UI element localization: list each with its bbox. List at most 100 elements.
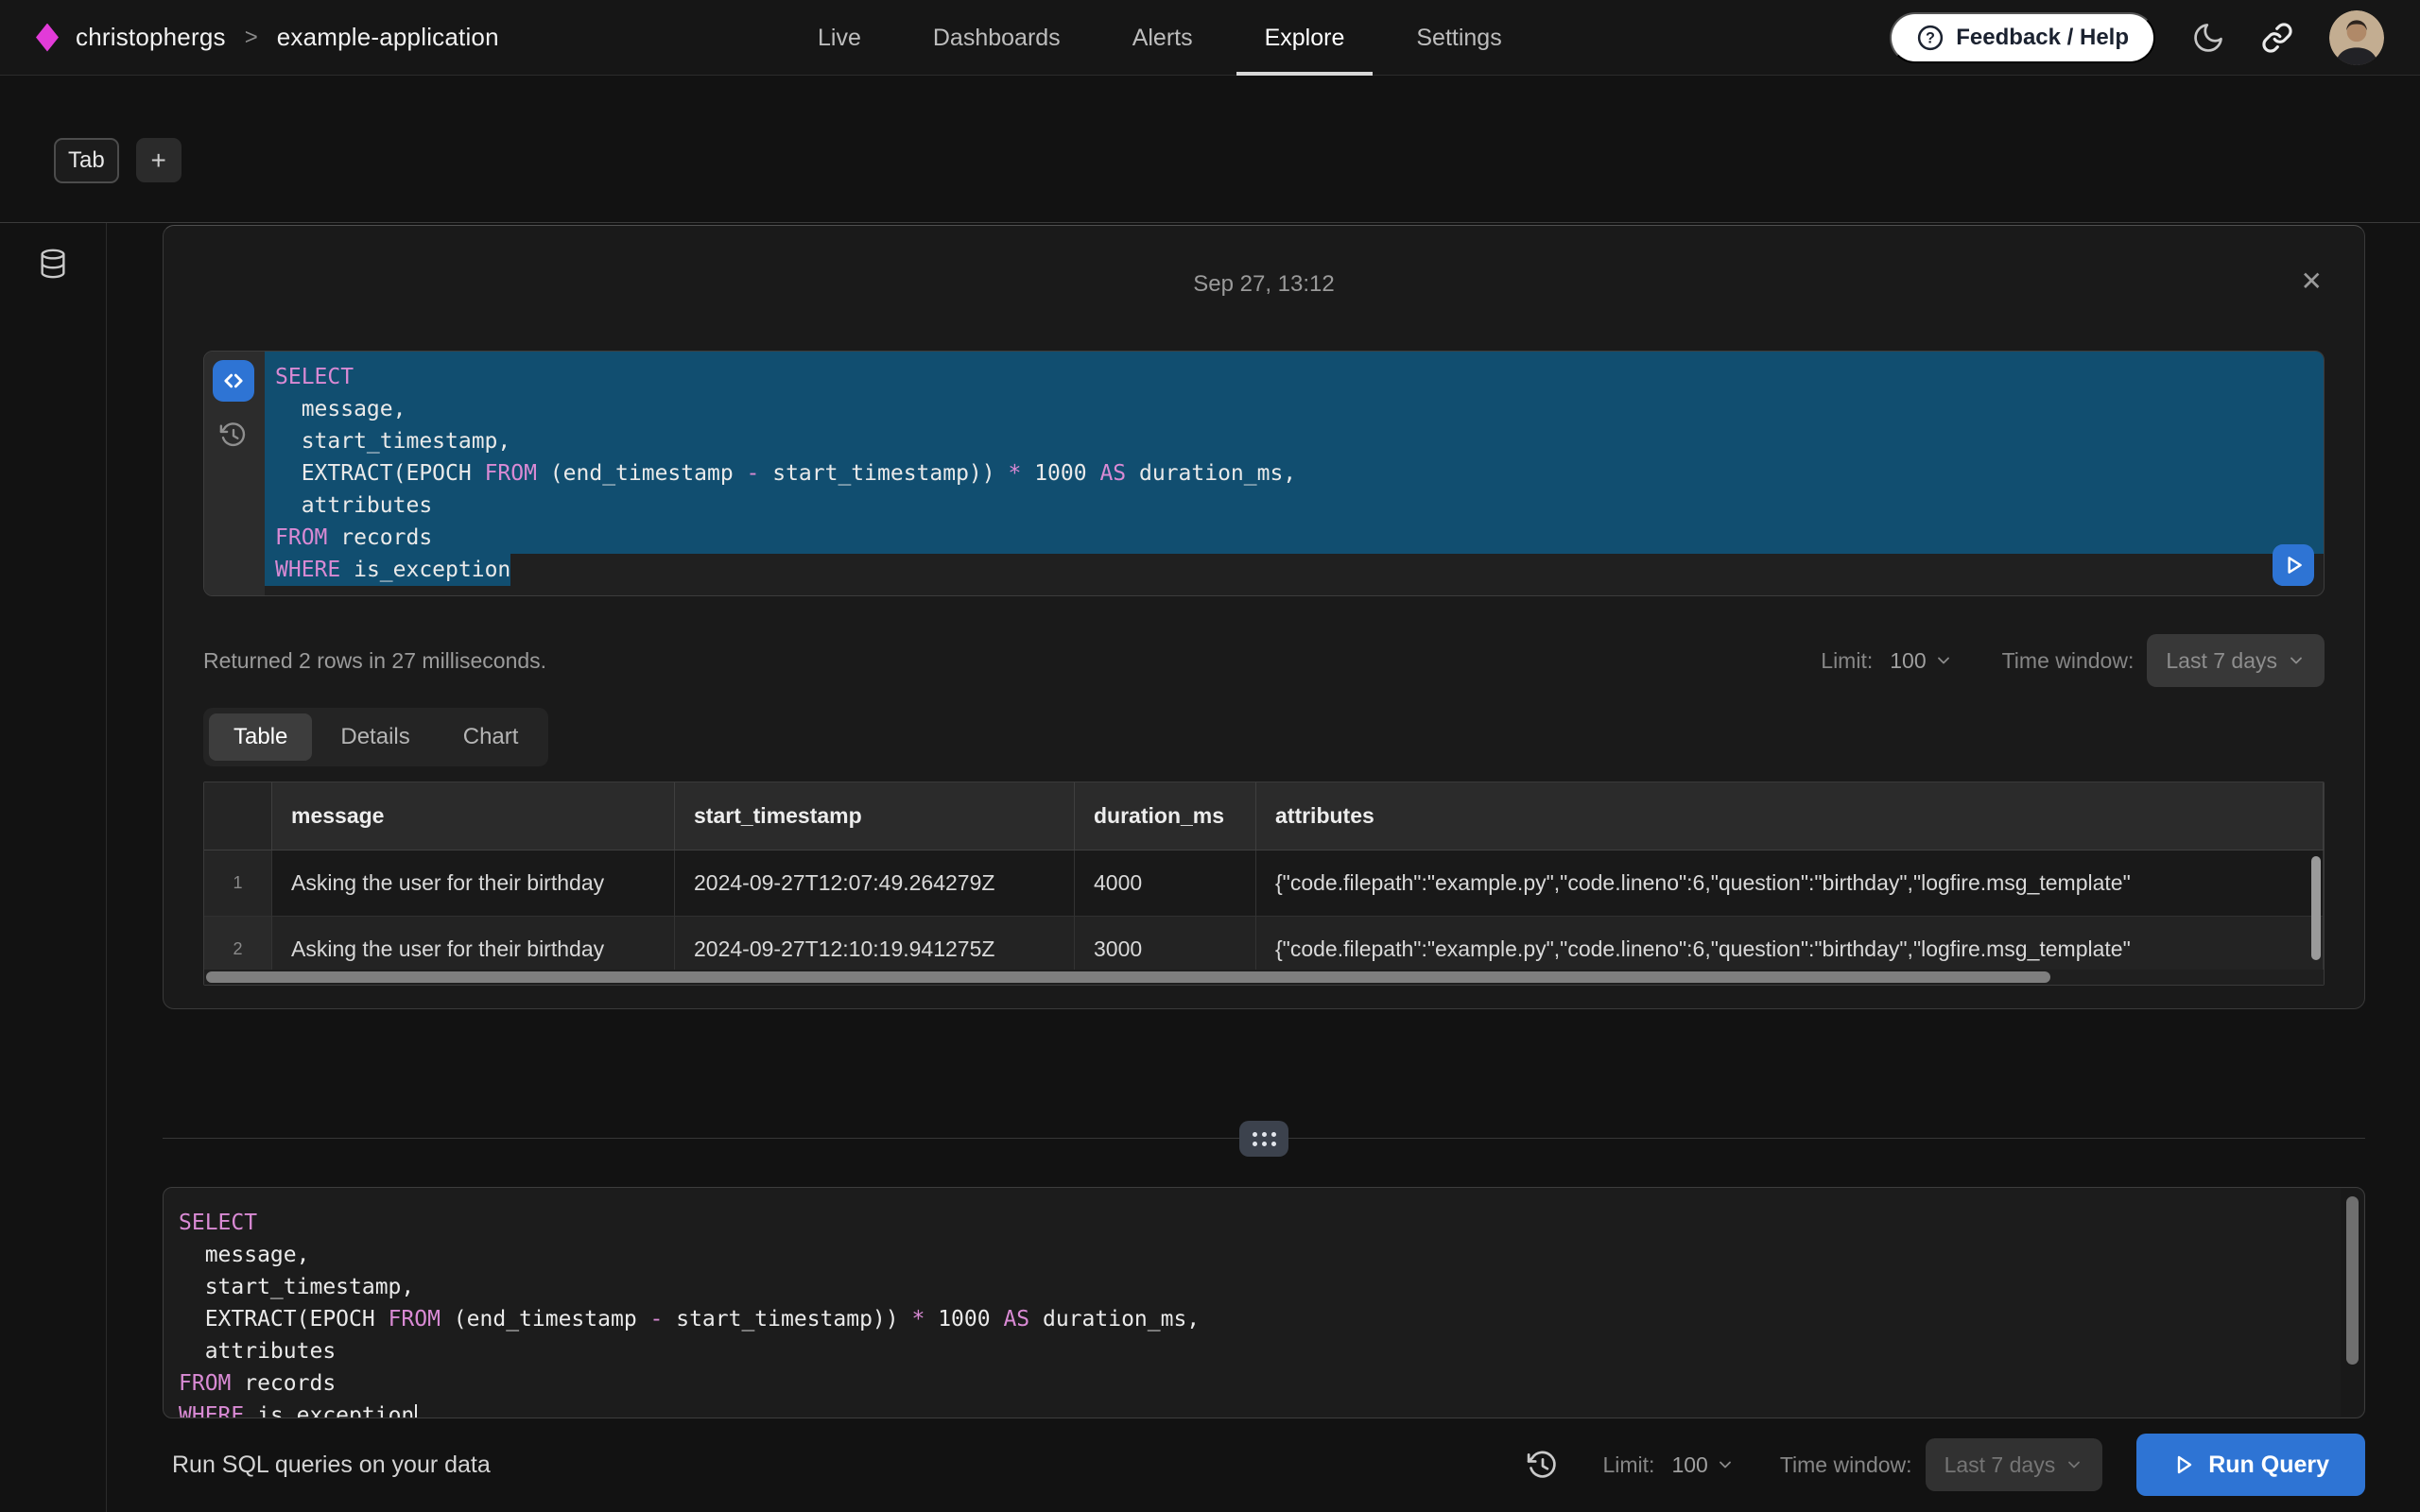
query-history-icon[interactable] bbox=[1527, 1449, 1559, 1481]
content-area: Sep 27, 13:12 ✕ SELECT message, start_ti… bbox=[0, 223, 2420, 1512]
cell-attributes[interactable]: {"code.filepath":"example.py","code.line… bbox=[1256, 850, 2324, 917]
footer-controls: Limit: 100 Time window: Last 7 days Run … bbox=[1527, 1434, 2365, 1496]
add-tab-button[interactable]: + bbox=[136, 138, 182, 182]
sql-line: WHERE is_exception bbox=[265, 554, 2324, 586]
logfire-logo-icon[interactable] bbox=[36, 24, 59, 52]
executed-sql-code[interactable]: SELECT message, start_timestamp, EXTRACT… bbox=[265, 352, 2324, 595]
sql-line: EXTRACT(EPOCH FROM (end_timestamp - star… bbox=[265, 457, 2324, 490]
results-table: messagestart_timestampduration_msattribu… bbox=[203, 782, 2325, 986]
result-panel-header: Sep 27, 13:12 ✕ bbox=[164, 226, 2364, 351]
sql-line: SELECT bbox=[168, 1197, 2336, 1239]
panel-splitter bbox=[163, 1138, 2365, 1139]
sql-line: start_timestamp, bbox=[168, 1271, 2336, 1303]
limit-label: Limit: bbox=[1821, 648, 1873, 674]
time-window-value: Last 7 days bbox=[2166, 648, 2277, 674]
query-tab-bar: Tab + bbox=[0, 76, 2420, 223]
sql-line: message, bbox=[265, 393, 2324, 425]
limit-label: Limit: bbox=[1602, 1452, 1654, 1478]
column-header-start_timestamp[interactable]: start_timestamp bbox=[675, 782, 1075, 850]
horizontal-scrollbar[interactable] bbox=[206, 971, 2050, 983]
time-window-value: Last 7 days bbox=[1945, 1452, 2056, 1478]
feedback-help-button[interactable]: ? Feedback / Help bbox=[1890, 12, 2155, 63]
run-query-button[interactable]: Run Query bbox=[2136, 1434, 2365, 1496]
query-result-panel: Sep 27, 13:12 ✕ SELECT message, start_ti… bbox=[163, 225, 2365, 1009]
sql-editor[interactable]: SELECT message, start_timestamp, EXTRACT… bbox=[163, 1187, 2365, 1418]
help-circle-icon: ? bbox=[1916, 24, 1945, 52]
query-timestamp: Sep 27, 13:12 bbox=[164, 271, 2364, 298]
nav-item-dashboards[interactable]: Dashboards bbox=[905, 0, 1089, 76]
cell-start-timestamp[interactable]: 2024-09-27T12:07:49.264279Z bbox=[675, 850, 1075, 917]
sql-line: attributes bbox=[265, 490, 2324, 522]
limit-value: 100 bbox=[1671, 1452, 1707, 1478]
query-tab[interactable]: Tab bbox=[54, 138, 119, 183]
result-status-text: Returned 2 rows in 27 milliseconds. bbox=[203, 648, 546, 674]
moon-icon bbox=[2191, 21, 2225, 55]
nav-item-explore[interactable]: Explore bbox=[1236, 0, 1374, 76]
column-header-attributes[interactable]: attributes bbox=[1256, 782, 2324, 850]
history-icon[interactable] bbox=[219, 421, 248, 449]
share-link-button[interactable] bbox=[2261, 22, 2293, 54]
chevron-down-icon bbox=[1934, 651, 1953, 670]
play-icon bbox=[2281, 553, 2306, 577]
cell-message[interactable]: Asking the user for their birthday bbox=[272, 850, 675, 917]
chevron-down-icon bbox=[2065, 1455, 2083, 1474]
results-grid: messagestart_timestampduration_msattribu… bbox=[204, 782, 2324, 983]
limit-dropdown[interactable]: 100 bbox=[1671, 1452, 1734, 1478]
sql-line: FROM records bbox=[265, 522, 2324, 554]
close-icon[interactable]: ✕ bbox=[2301, 266, 2323, 297]
cell-duration-ms[interactable]: 4000 bbox=[1075, 850, 1256, 917]
time-window-dropdown[interactable]: Last 7 days bbox=[2147, 634, 2325, 687]
nav-item-live[interactable]: Live bbox=[789, 0, 890, 76]
code-brackets-icon bbox=[220, 368, 247, 394]
query-block-gutter bbox=[204, 352, 265, 595]
breadcrumb-project[interactable]: example-application bbox=[277, 23, 499, 52]
database-icon[interactable] bbox=[37, 248, 69, 280]
theme-toggle-button[interactable] bbox=[2191, 21, 2225, 55]
sql-line: start_timestamp, bbox=[265, 425, 2324, 457]
horizontal-scrollbar-track bbox=[204, 970, 2324, 985]
explore-main: Sep 27, 13:12 ✕ SELECT message, start_ti… bbox=[107, 223, 2420, 1512]
text-cursor bbox=[415, 1404, 417, 1419]
breadcrumb: christophergs > example-application bbox=[36, 23, 499, 52]
sql-editor-code: SELECT message, start_timestamp, EXTRACT… bbox=[168, 1197, 2336, 1418]
breadcrumb-org[interactable]: christophergs bbox=[76, 23, 226, 52]
nav-item-alerts[interactable]: Alerts bbox=[1104, 0, 1221, 76]
run-query-icon-button[interactable] bbox=[2273, 544, 2314, 586]
row-number: 1 bbox=[204, 850, 272, 917]
sql-line: FROM records bbox=[168, 1367, 2336, 1400]
drag-dots-icon bbox=[1253, 1132, 1276, 1146]
user-avatar[interactable] bbox=[2329, 10, 2384, 65]
nav-item-settings[interactable]: Settings bbox=[1388, 0, 1530, 76]
result-view-tabs: TableDetailsChart bbox=[203, 708, 548, 766]
editor-scrollbar[interactable] bbox=[2346, 1196, 2359, 1365]
table-corner-cell bbox=[204, 782, 272, 850]
result-tab-chart[interactable]: Chart bbox=[439, 713, 544, 761]
result-tab-table[interactable]: Table bbox=[209, 713, 312, 761]
feedback-help-label: Feedback / Help bbox=[1956, 25, 2129, 51]
time-window-label: Time window: bbox=[1780, 1452, 1912, 1478]
topbar-actions: ? Feedback / Help bbox=[1890, 10, 2384, 65]
sql-line: EXTRACT(EPOCH FROM (end_timestamp - star… bbox=[168, 1303, 2336, 1335]
primary-nav: LiveDashboardsAlertsExploreSettings bbox=[789, 0, 1530, 76]
sql-line: message, bbox=[168, 1239, 2336, 1271]
limit-dropdown[interactable]: 100 bbox=[1890, 648, 1952, 674]
sql-line: WHERE is_exception bbox=[168, 1400, 2336, 1418]
run-query-label: Run Query bbox=[2208, 1452, 2329, 1479]
vertical-scrollbar[interactable] bbox=[2311, 856, 2321, 960]
time-window-dropdown[interactable]: Last 7 days bbox=[1926, 1438, 2103, 1491]
time-window-label: Time window: bbox=[2002, 648, 2135, 674]
splitter-drag-handle[interactable] bbox=[1239, 1121, 1288, 1157]
breadcrumb-separator-icon: > bbox=[245, 25, 258, 51]
svg-text:?: ? bbox=[1926, 29, 1935, 46]
sql-code-button[interactable] bbox=[213, 360, 254, 402]
column-header-message[interactable]: message bbox=[272, 782, 675, 850]
executed-query-block: SELECT message, start_timestamp, EXTRACT… bbox=[203, 351, 2325, 596]
sql-line: attributes bbox=[168, 1335, 2336, 1367]
limit-value: 100 bbox=[1890, 648, 1926, 674]
chevron-down-icon bbox=[1716, 1455, 1735, 1474]
link-icon bbox=[2261, 22, 2293, 54]
result-tab-details[interactable]: Details bbox=[316, 713, 434, 761]
editor-hint: Run SQL queries on your data bbox=[172, 1452, 491, 1479]
column-header-duration_ms[interactable]: duration_ms bbox=[1075, 782, 1256, 850]
play-icon bbox=[2172, 1453, 2195, 1476]
